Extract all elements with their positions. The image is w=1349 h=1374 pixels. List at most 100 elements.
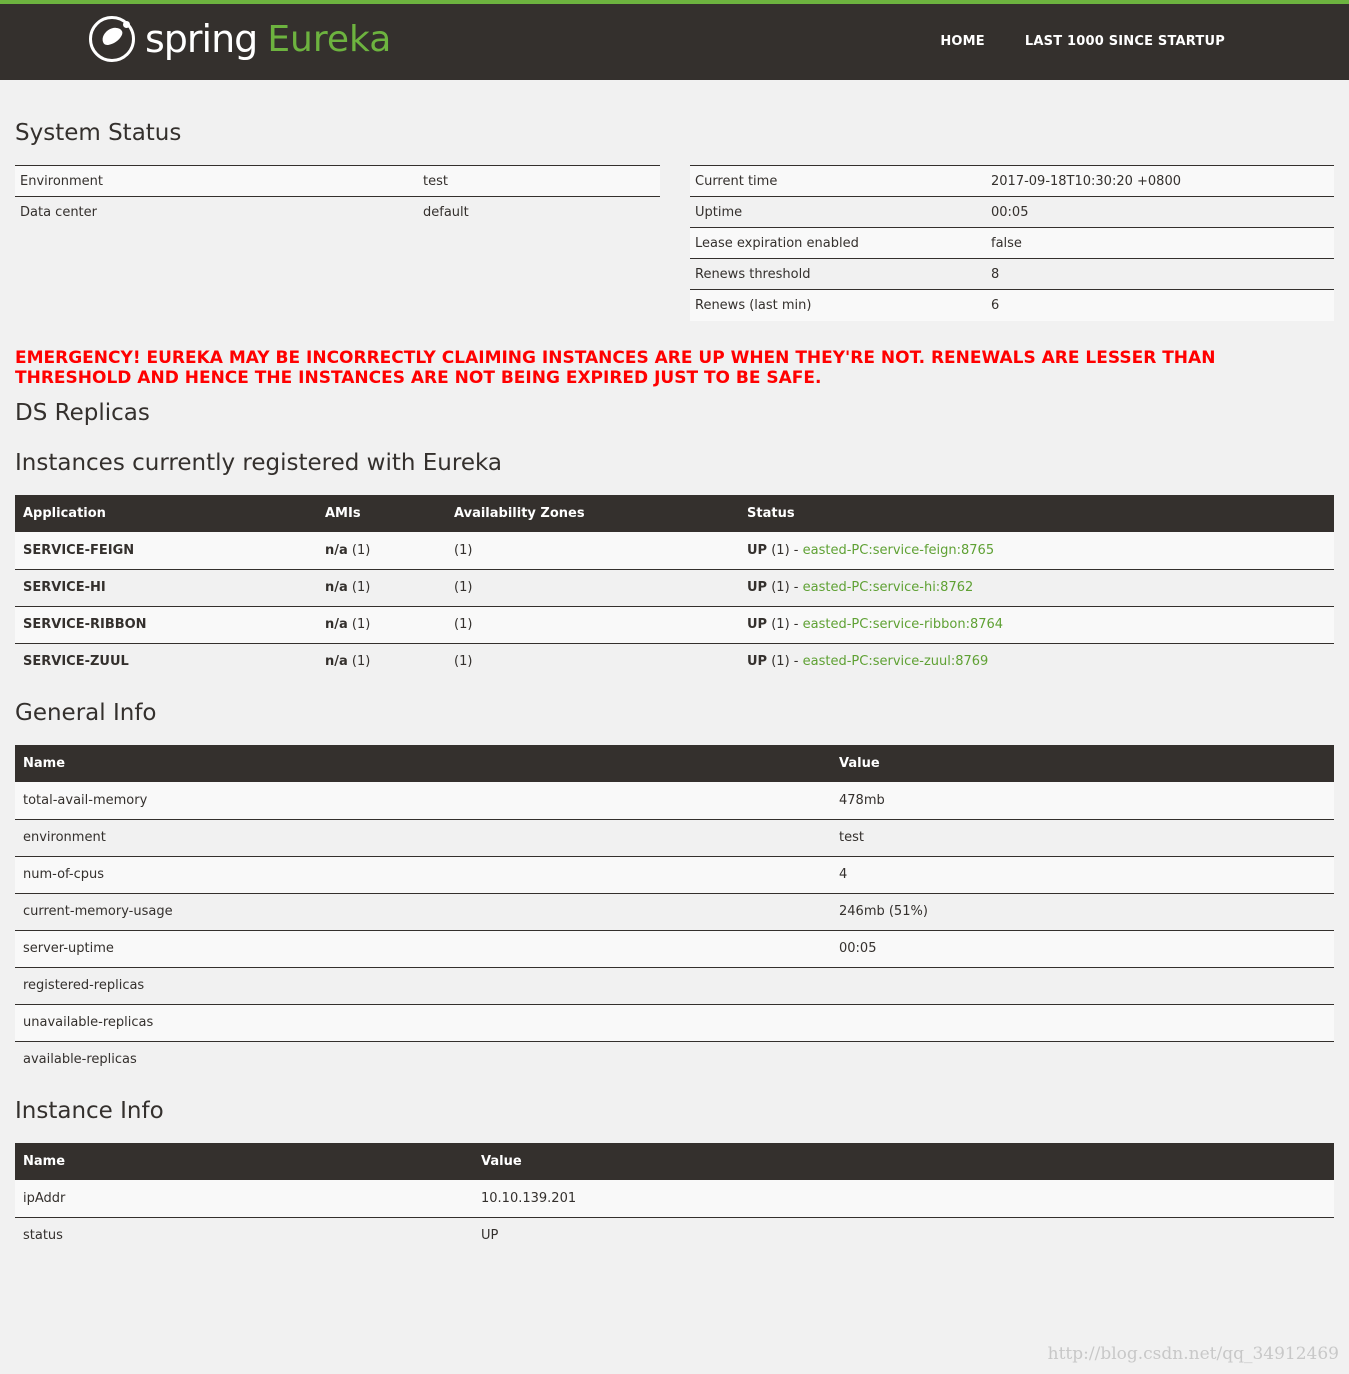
ami-count: (1) [351, 580, 371, 595]
info-name: total-avail-memory [15, 782, 831, 819]
table-row: Renews threshold 8 [690, 258, 1334, 290]
info-name: current-memory-usage [15, 892, 831, 930]
status-value: 6 [986, 289, 1334, 321]
instance-link[interactable]: easted-PC:service-zuul:8769 [803, 654, 989, 669]
status-label: Uptime [690, 196, 986, 228]
info-value: 478mb [831, 782, 1334, 819]
brand-spring-text: spring [145, 17, 258, 61]
info-value: 4 [831, 855, 1334, 893]
table-row: SERVICE-RIBBON n/a (1) (1) UP (1) - east… [15, 605, 1334, 643]
status-value: UP [747, 654, 768, 670]
status-value: 8 [986, 258, 1334, 290]
col-application: Application [15, 495, 317, 532]
table-row: available-replicas [15, 1040, 1334, 1078]
general-info-title: General Info [15, 700, 157, 726]
status-cell: UP (1) - easted-PC:service-feign:8765 [739, 532, 1334, 569]
navbar: spring Eureka HOME LAST 1000 SINCE START… [0, 4, 1349, 80]
brand-logo-link[interactable]: spring Eureka [89, 15, 391, 63]
status-value: default [418, 196, 660, 228]
table-header-row: Name Value [15, 745, 1334, 782]
ami-cell: n/a (1) [317, 642, 446, 680]
status-value: UP [747, 542, 768, 558]
table-row: environment test [15, 818, 1334, 856]
info-name: available-replicas [15, 1040, 831, 1078]
info-value: 246mb (51%) [831, 892, 1334, 930]
system-status-title: System Status [15, 120, 182, 146]
info-name: unavailable-replicas [15, 1003, 831, 1041]
nav-home-link[interactable]: HOME [940, 34, 985, 49]
emergency-warning: EMERGENCY! EUREKA MAY BE INCORRECTLY CLA… [15, 348, 1216, 388]
table-row: Current time 2017-09-18T10:30:20 +0800 [690, 165, 1334, 197]
table-row: unavailable-replicas [15, 1003, 1334, 1041]
table-header-row: Name Value [15, 1143, 1334, 1180]
status-value: false [986, 227, 1334, 259]
ami-cell: n/a (1) [317, 605, 446, 643]
status-count: (1) - [771, 654, 799, 670]
status-value: 00:05 [986, 196, 1334, 228]
instance-link[interactable]: easted-PC:service-ribbon:8764 [803, 617, 1003, 632]
status-count: (1) - [771, 617, 799, 632]
app-name: SERVICE-RIBBON [15, 605, 317, 643]
ami-value: n/a [325, 580, 348, 595]
info-value: test [831, 818, 1334, 856]
brand-eureka-text: Eureka [267, 18, 392, 60]
col-name: Name [15, 745, 831, 782]
info-value [831, 1003, 1334, 1041]
info-name: environment [15, 818, 831, 856]
status-label: Renews threshold [690, 258, 986, 290]
table-row: SERVICE-ZUUL n/a (1) (1) UP (1) - easted… [15, 642, 1334, 680]
table-row: server-uptime 00:05 [15, 929, 1334, 967]
app-name: SERVICE-ZUUL [15, 642, 317, 680]
zones-cell: (1) [446, 605, 739, 643]
table-row: registered-replicas [15, 966, 1334, 1004]
status-count: (1) - [771, 542, 799, 558]
ami-count: (1) [351, 654, 371, 670]
status-cell: UP (1) - easted-PC:service-zuul:8769 [739, 642, 1334, 680]
info-value: 00:05 [831, 929, 1334, 967]
col-value: Value [831, 745, 1334, 782]
zones-cell: (1) [446, 642, 739, 680]
table-row: Data center default [15, 196, 660, 228]
instance-link[interactable]: easted-PC:service-feign:8765 [803, 543, 994, 558]
table-row: status UP [15, 1216, 1334, 1254]
status-count: (1) - [771, 580, 799, 595]
info-name: status [15, 1216, 473, 1254]
nav-links: HOME LAST 1000 SINCE STARTUP [940, 34, 1225, 49]
table-row: SERVICE-FEIGN n/a (1) (1) UP (1) - easte… [15, 532, 1334, 569]
table-row: total-avail-memory 478mb [15, 782, 1334, 819]
instances-table: Application AMIs Availability Zones Stat… [15, 495, 1334, 680]
ami-cell: n/a (1) [317, 568, 446, 606]
table-row: num-of-cpus 4 [15, 855, 1334, 893]
table-row: SERVICE-HI n/a (1) (1) UP (1) - easted-P… [15, 568, 1334, 606]
spring-leaf-icon [89, 16, 135, 62]
ami-count: (1) [351, 617, 371, 632]
zones-cell: (1) [446, 532, 739, 569]
info-value: UP [473, 1216, 1334, 1254]
instance-info-title: Instance Info [15, 1098, 164, 1124]
col-value: Value [473, 1143, 1334, 1180]
table-row: current-memory-usage 246mb (51%) [15, 892, 1334, 930]
status-label: Environment [15, 165, 418, 197]
status-value: UP [747, 580, 768, 595]
status-label: Data center [15, 196, 418, 228]
instance-link[interactable]: easted-PC:service-hi:8762 [803, 580, 974, 595]
table-row: Environment test [15, 165, 660, 197]
instance-info-table: Name Value ipAddr 10.10.139.201 status UP [15, 1143, 1334, 1254]
info-value: 10.10.139.201 [473, 1180, 1334, 1217]
status-cell: UP (1) - easted-PC:service-hi:8762 [739, 568, 1334, 606]
ami-value: n/a [325, 617, 348, 632]
col-name: Name [15, 1143, 473, 1180]
col-status: Status [739, 495, 1334, 532]
zones-cell: (1) [446, 568, 739, 606]
col-zones: Availability Zones [446, 495, 739, 532]
system-status-right-table: Current time 2017-09-18T10:30:20 +0800 U… [690, 165, 1334, 321]
info-name: server-uptime [15, 929, 831, 967]
nav-last1000-link[interactable]: LAST 1000 SINCE STARTUP [1025, 34, 1225, 49]
table-row: Uptime 00:05 [690, 196, 1334, 228]
table-header-row: Application AMIs Availability Zones Stat… [15, 495, 1334, 532]
app-name: SERVICE-FEIGN [15, 532, 317, 569]
info-value [831, 966, 1334, 1004]
watermark: http://blog.csdn.net/qq_34912469 [1047, 1344, 1339, 1364]
status-value: test [418, 165, 660, 197]
status-label: Lease expiration enabled [690, 227, 986, 259]
